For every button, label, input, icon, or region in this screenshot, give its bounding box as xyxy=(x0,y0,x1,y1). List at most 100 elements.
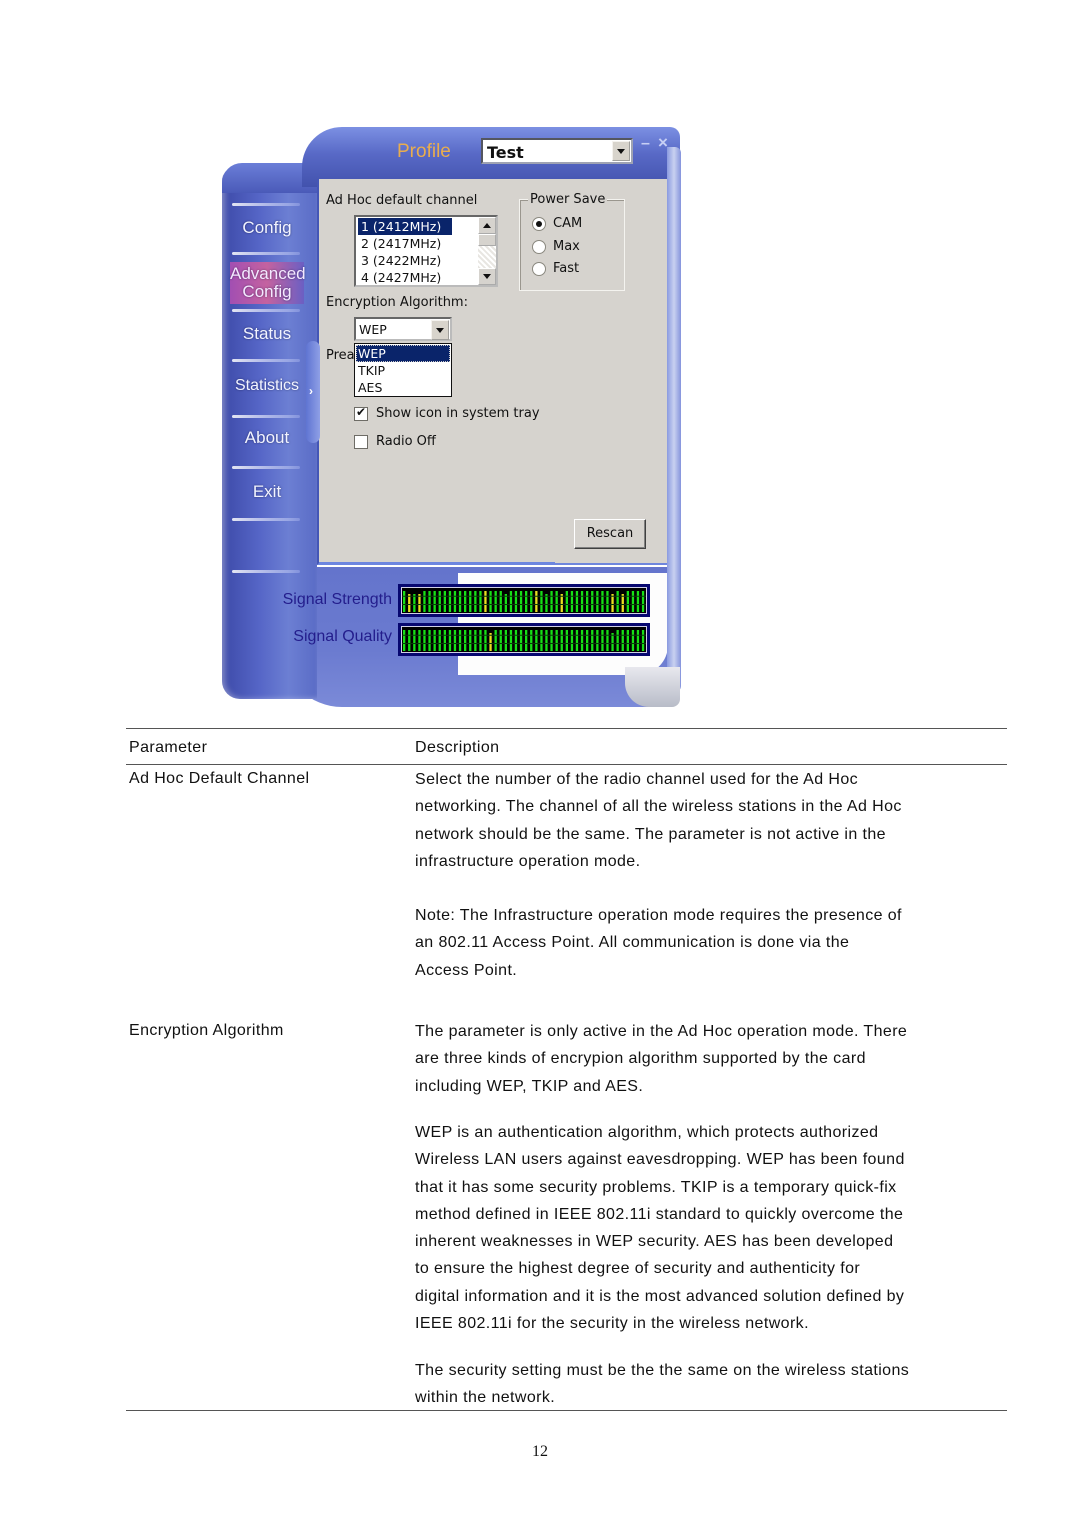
nav-divider xyxy=(232,203,300,206)
nav-divider xyxy=(232,309,300,312)
signal-bar xyxy=(499,630,502,651)
encryption-dropdown-list[interactable]: WEP TKIP AES xyxy=(354,343,452,397)
description-line: that it has some security problems. TKIP… xyxy=(415,1178,897,1196)
description-line: inherent weaknesses in WEP security. AES… xyxy=(415,1233,894,1251)
description-line: method defined in IEEE 802.11i standard … xyxy=(415,1205,904,1223)
description-paragraph: The parameter is only active in the Ad H… xyxy=(415,1018,1015,1100)
signal-bar xyxy=(565,591,568,612)
sidebar-item-about[interactable]: About xyxy=(228,428,306,448)
encryption-option-tkip[interactable]: TKIP xyxy=(356,362,450,379)
chevron-down-icon[interactable] xyxy=(612,141,630,161)
signal-strength-meter xyxy=(398,584,650,617)
signal-bar xyxy=(433,630,436,651)
signal-bar xyxy=(428,591,431,612)
radio-cam[interactable] xyxy=(532,217,546,231)
signal-bar xyxy=(443,630,446,651)
signal-strength-bars xyxy=(402,591,646,612)
signal-bar xyxy=(540,591,543,612)
signal-bar xyxy=(540,630,543,651)
channel-option[interactable]: 2 (2417MHz) xyxy=(358,235,444,252)
radio-fast[interactable] xyxy=(532,262,546,276)
signal-bar xyxy=(565,630,568,651)
show-tray-icon-checkbox[interactable] xyxy=(354,405,368,421)
signal-bar xyxy=(479,591,482,612)
minimize-button[interactable]: – xyxy=(641,136,655,152)
encryption-option-wep[interactable]: WEP xyxy=(356,345,450,362)
param-adhoc-default-channel: Ad Hoc Default Channel xyxy=(129,770,310,787)
signal-bar xyxy=(489,591,492,612)
adhoc-channel-listbox[interactable]: 1 (2412MHz) 2 (2417MHz) 3 (2422MHz) 4 (2… xyxy=(354,215,498,287)
sidebar-item-config[interactable]: Config xyxy=(228,218,306,238)
scroll-thumb[interactable] xyxy=(478,234,496,246)
radio-off-checkbox[interactable] xyxy=(354,435,368,449)
table-bottom-rule xyxy=(126,1410,1007,1411)
description-line: Access Point. xyxy=(415,961,518,979)
signal-bar xyxy=(606,591,609,612)
signal-bar xyxy=(626,591,629,612)
close-button[interactable]: × xyxy=(658,134,672,151)
chevron-down-icon[interactable] xyxy=(431,320,449,340)
channel-option[interactable]: 4 (2427MHz) xyxy=(358,269,444,286)
panel-toggle-handle[interactable]: › xyxy=(306,341,320,443)
advanced-config-panel: Ad Hoc default channel 1 (2412MHz) 2 (24… xyxy=(317,179,667,565)
description-line: network should be the same. The paramete… xyxy=(415,825,886,843)
radio-fast-label: Fast xyxy=(553,261,580,276)
sidebar-item-advanced-config[interactable]: Advanced Config xyxy=(230,262,306,304)
signal-bar xyxy=(433,591,436,612)
signal-bar xyxy=(458,630,462,651)
description-line: Note: The Infrastructure operation mode … xyxy=(415,907,902,924)
signal-bar xyxy=(631,591,635,612)
nav-divider xyxy=(232,359,300,362)
description-line: IEEE 802.11i for the security in the wir… xyxy=(415,1315,809,1333)
signal-quality-label: Signal Quality xyxy=(293,628,392,645)
column-header-description: Description xyxy=(415,739,500,756)
nav-divider xyxy=(232,415,300,418)
description-line: networking. The channel of all the wirel… xyxy=(415,798,902,816)
description-line: digital information and it is the most a… xyxy=(415,1287,905,1305)
table-top-rule xyxy=(126,728,1007,729)
profile-select[interactable]: Test xyxy=(481,138,633,164)
scroll-down-icon[interactable] xyxy=(478,268,496,285)
sidebar-item-exit[interactable]: Exit xyxy=(228,482,306,502)
channel-option[interactable]: 1 (2412MHz) xyxy=(358,218,452,235)
signal-bar xyxy=(641,591,645,612)
description-line: including WEP, TKIP and AES. xyxy=(415,1077,644,1095)
signal-bar xyxy=(606,630,609,651)
description-line: to ensure the highest degree of security… xyxy=(415,1260,861,1278)
sidebar-item-statistics[interactable]: Statistics xyxy=(228,377,306,395)
signal-bar xyxy=(464,591,467,612)
description-line: Wireless LAN users against eavesdropping… xyxy=(415,1151,905,1169)
encryption-label: Encryption Algorithm: xyxy=(326,295,468,310)
signal-strength-label: Signal Strength xyxy=(282,591,392,608)
encryption-select-value: WEP xyxy=(359,322,387,337)
resize-grip[interactable] xyxy=(625,667,680,707)
signal-bar xyxy=(525,630,528,651)
channel-option[interactable]: 3 (2422MHz) xyxy=(358,252,444,269)
signal-bar xyxy=(519,591,523,612)
signal-bar xyxy=(469,591,472,612)
signal-bar xyxy=(575,591,579,612)
signal-bar xyxy=(530,630,533,651)
signal-bar xyxy=(484,630,487,651)
signal-bar xyxy=(550,591,553,612)
description-paragraph: The security setting must be the the sam… xyxy=(415,1357,1015,1412)
power-save-label: Power Save xyxy=(528,192,608,207)
rescan-button[interactable]: Rescan xyxy=(574,519,646,549)
signal-bar xyxy=(596,591,599,612)
signal-bar xyxy=(438,630,441,651)
encryption-option-aes[interactable]: AES xyxy=(356,379,450,396)
signal-bar xyxy=(474,591,477,612)
profile-select-value: Test xyxy=(487,143,524,162)
encryption-select[interactable]: WEP xyxy=(354,317,452,341)
power-save-group: Power Save CAM Max Fast xyxy=(519,192,625,291)
listbox-scrollbar[interactable] xyxy=(478,217,496,285)
signal-bar xyxy=(403,591,406,612)
table-header-rule xyxy=(126,764,1007,765)
signal-bar xyxy=(423,591,426,612)
signal-bar xyxy=(596,630,599,651)
sidebar-item-status[interactable]: Status xyxy=(228,324,306,344)
scroll-up-icon[interactable] xyxy=(478,217,496,234)
signal-quality-meter xyxy=(398,623,650,656)
radio-max[interactable] xyxy=(532,240,546,254)
signal-bar xyxy=(601,630,604,651)
